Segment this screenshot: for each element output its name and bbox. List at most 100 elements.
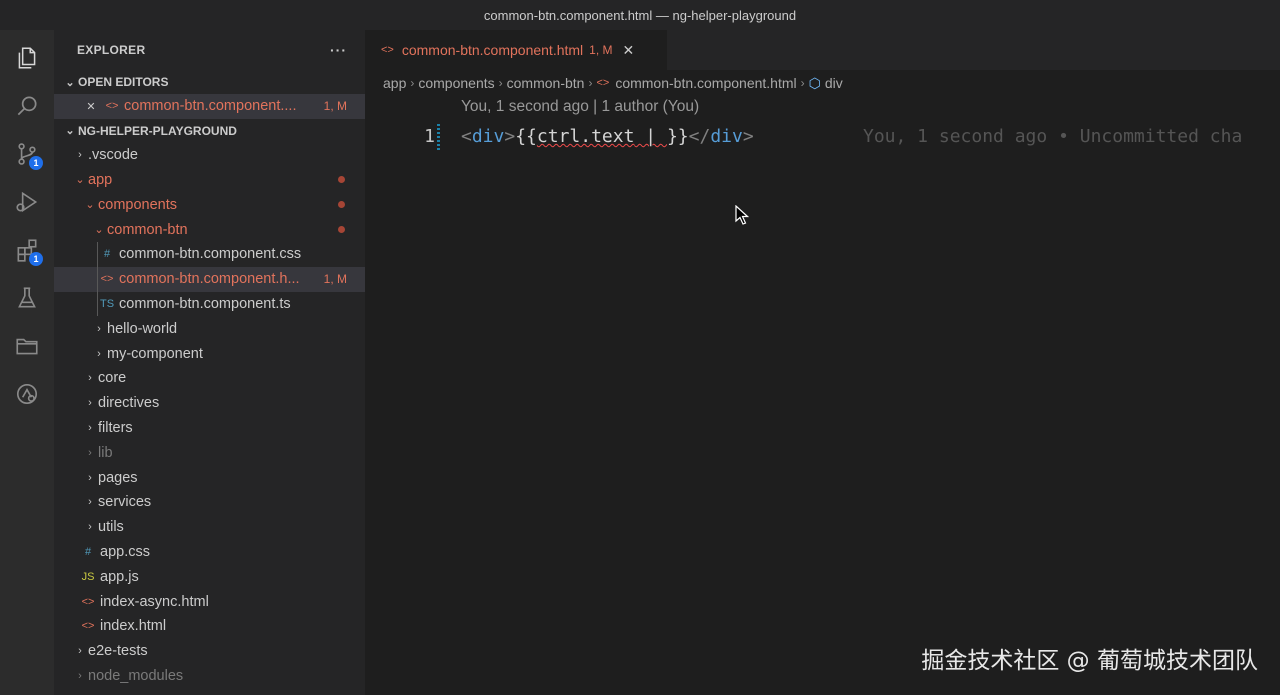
tree-folder-directives[interactable]: › directives <box>54 391 365 416</box>
extensions-icon[interactable]: 1 <box>0 226 54 274</box>
chevron-right-icon: › <box>97 347 101 360</box>
breadcrumb-item-div[interactable]: div <box>825 75 843 91</box>
open-editor-item[interactable]: ✕ <> common-btn.component.... 1, M <box>54 94 365 119</box>
editor-tabs: <> common-btn.component.html 1, M ✕ <box>365 30 1280 70</box>
tree-file-index-async[interactable]: <> index-async.html <box>54 589 365 614</box>
watermark: 掘金技术社区 @ 葡萄城技术团队 <box>921 648 1258 674</box>
tree-label: components <box>98 196 177 213</box>
tree-label: common-btn.component.ts <box>119 295 291 312</box>
modified-dot <box>338 176 345 184</box>
tree-label: pages <box>98 469 138 486</box>
tree-folder-lib[interactable]: › lib <box>54 440 365 465</box>
explorer-icon[interactable] <box>0 34 54 82</box>
chevron-right-icon: › <box>88 496 92 509</box>
chevron-right-icon: › <box>88 446 92 459</box>
chevron-right-icon: › <box>88 372 92 385</box>
tree-label: services <box>98 494 152 511</box>
gutter-modified-indicator[interactable] <box>437 124 440 150</box>
tree-label: common-btn.component.h... <box>119 271 300 288</box>
tree-file-app-css[interactable]: # app.css <box>54 540 365 565</box>
chevron-right-icon: › <box>78 669 82 682</box>
chevron-down-icon: ⌄ <box>85 199 95 212</box>
tree-label: app <box>88 171 113 188</box>
close-icon[interactable]: ✕ <box>82 100 100 113</box>
tree-label: utils <box>98 519 124 536</box>
tree-folder-my-component[interactable]: › my-component <box>54 341 365 366</box>
inline-blame: You, 1 second ago • Uncommitted cha <box>863 126 1243 147</box>
source-control-icon[interactable]: 1 <box>0 130 54 178</box>
pipe-operator: | <box>634 126 667 147</box>
tree-folder-filters[interactable]: › filters <box>54 416 365 441</box>
breadcrumb: app › components › common-btn › <> commo… <box>365 70 1280 96</box>
tree-file-ts[interactable]: TS common-btn.component.ts <box>54 291 365 317</box>
more-actions-icon[interactable]: ··· <box>330 42 347 58</box>
tab-common-btn-html[interactable]: <> common-btn.component.html 1, M ✕ <box>365 30 667 70</box>
tree-indent-guide <box>97 241 98 267</box>
tree-label: index.html <box>100 618 167 635</box>
file-status: 1, M <box>323 272 347 287</box>
open-editors-title: OPEN EDITORS <box>78 75 169 89</box>
mouse-pointer-icon <box>735 204 750 230</box>
testing-icon[interactable] <box>0 274 54 322</box>
tree-folder-node-modules[interactable]: › node_modules <box>54 664 365 689</box>
run-debug-icon[interactable] <box>0 178 54 226</box>
tab-status: 1, M <box>589 43 613 57</box>
breadcrumb-item-components[interactable]: components <box>418 75 494 91</box>
tree-folder-common-btn[interactable]: ⌄ common-btn <box>54 217 365 242</box>
code-content[interactable]: <div>{{ctrl.text | }}</div> <box>461 126 754 147</box>
breadcrumb-item-app[interactable]: app <box>383 75 406 91</box>
chevron-right-icon: › <box>78 149 82 162</box>
tag-bracket: </ <box>688 126 711 147</box>
tree-label: directives <box>98 395 160 412</box>
breadcrumb-item-common-btn[interactable]: common-btn <box>507 75 585 91</box>
tree-folder-hello-world[interactable]: › hello-world <box>54 316 365 341</box>
html-file-icon: <> <box>381 44 394 56</box>
tag-bracket: > <box>504 126 516 147</box>
open-editors-section[interactable]: ⌄ OPEN EDITORS <box>54 70 365 94</box>
code-line-1[interactable]: 1 <div>{{ctrl.text | }}</div> You, 1 sec… <box>365 122 1280 152</box>
tree-label: app.js <box>100 568 139 585</box>
tree-file-css[interactable]: # common-btn.component.css <box>54 241 365 267</box>
close-icon[interactable]: ✕ <box>623 42 635 59</box>
interpolation-close: }} <box>666 126 689 147</box>
chevron-right-icon: › <box>97 322 101 335</box>
editor-area: <> common-btn.component.html 1, M ✕ app … <box>365 30 1280 695</box>
tree-label: common-btn <box>107 221 188 238</box>
tree-folder-core[interactable]: › core <box>54 366 365 391</box>
tree-label: e2e-tests <box>88 643 148 660</box>
tree-file-html[interactable]: <> common-btn.component.h... 1, M <box>54 266 365 292</box>
open-editor-label: common-btn.component.... <box>124 98 297 115</box>
tag-name: div <box>471 126 505 147</box>
interpolation-open: {{ <box>515 126 537 147</box>
git-codelens[interactable]: You, 1 second ago | 1 author (You) <box>461 98 699 116</box>
activity-bar: 1 1 <box>0 30 54 695</box>
remote-icon[interactable] <box>0 370 54 418</box>
tree-folder-e2e-tests[interactable]: › e2e-tests <box>54 639 365 664</box>
tree-folder-utils[interactable]: › utils <box>54 515 365 540</box>
chevron-right-icon: › <box>588 76 593 90</box>
tree-label: index-async.html <box>100 593 209 610</box>
project-title: NG-HELPER-PLAYGROUND <box>78 123 237 138</box>
search-icon[interactable] <box>0 82 54 130</box>
tree-folder-pages[interactable]: › pages <box>54 465 365 490</box>
explorer-title: EXPLORER <box>77 43 146 57</box>
line-number: 1 <box>424 126 435 147</box>
chevron-right-icon: › <box>498 76 503 90</box>
tree-folder-vscode[interactable]: › .vscode <box>54 143 365 168</box>
tree-file-index[interactable]: <> index.html <box>54 614 365 639</box>
breadcrumb-item-file[interactable]: common-btn.component.html <box>615 75 796 91</box>
tree-folder-app[interactable]: ⌄ app <box>54 168 365 193</box>
tree-label: my-component <box>107 345 203 362</box>
tree-folder-services[interactable]: › services <box>54 490 365 515</box>
chevron-right-icon: › <box>88 521 92 534</box>
chevron-down-icon: ⌄ <box>75 174 85 187</box>
tree-label: .vscode <box>88 147 138 164</box>
javascript-file-icon: JS <box>81 570 95 583</box>
tree-file-app-js[interactable]: JS app.js <box>54 564 365 589</box>
css-file-icon: # <box>84 545 92 558</box>
tree-label: lib <box>98 444 113 461</box>
tree-folder-components[interactable]: ⌄ components <box>54 192 365 217</box>
folder-icon[interactable] <box>0 322 54 370</box>
modified-dot <box>338 201 345 209</box>
project-section[interactable]: ⌄ NG-HELPER-PLAYGROUND <box>54 119 365 143</box>
